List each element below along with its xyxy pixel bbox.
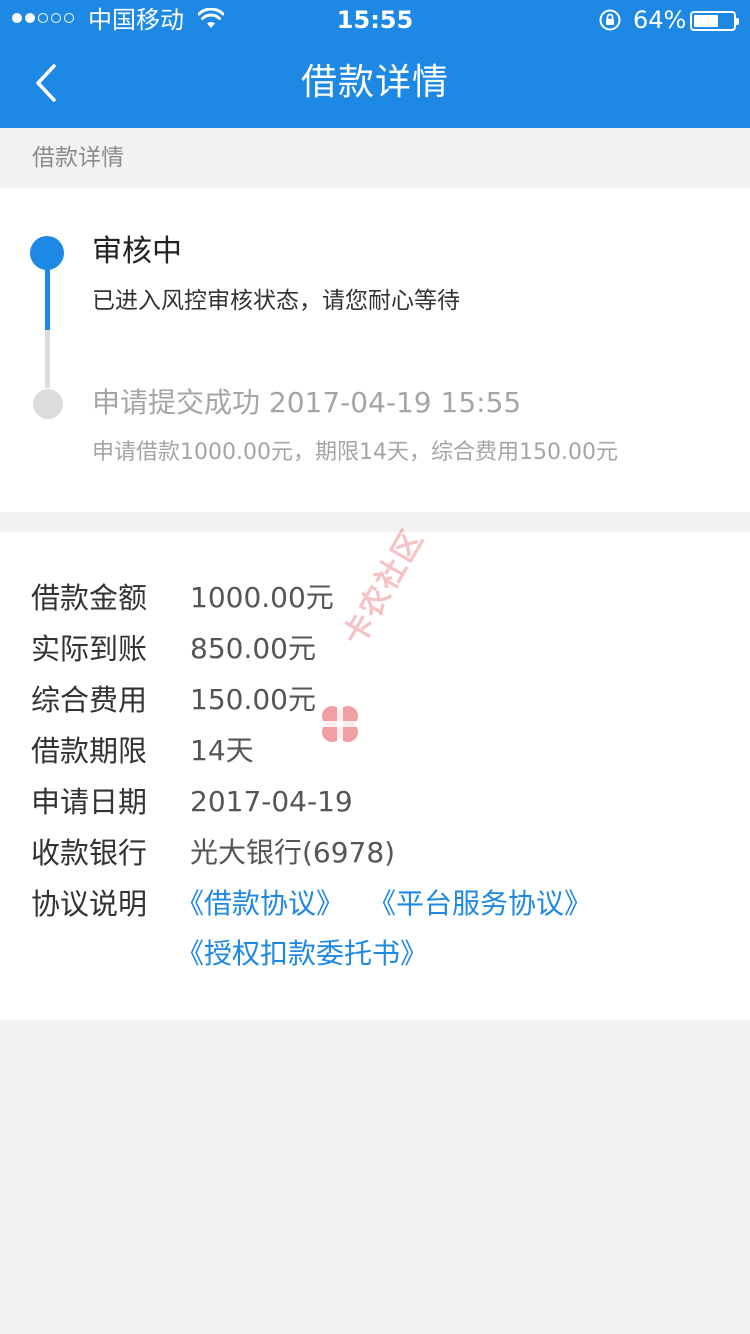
battery-level xyxy=(694,15,718,27)
timeline-current-dot xyxy=(30,236,64,270)
section-header: 借款详情 xyxy=(32,145,124,171)
detail-row-received-amount: 实际到账 850.00元 xyxy=(0,623,750,675)
timeline-inactive-line xyxy=(45,330,50,388)
detail-label: 借款金额 xyxy=(31,581,148,615)
current-step-title: 审核中 xyxy=(92,234,182,269)
detail-row-loan-amount: 借款金额 1000.00元 xyxy=(0,572,750,624)
detail-value: 150.00元 xyxy=(190,683,316,716)
detail-label: 申请日期 xyxy=(31,785,148,819)
platform-service-agreement-link[interactable]: 《平台服务协议》 xyxy=(368,886,592,922)
detail-label: 实际到账 xyxy=(31,632,148,666)
submitted-step-description: 申请借款1000.00元，期限14天，综合费用150.00元 xyxy=(92,440,618,465)
detail-value: 2017-04-19 xyxy=(190,785,353,818)
loan-agreement-link[interactable]: 《借款协议》 xyxy=(176,886,344,922)
detail-row-application-date: 申请日期 2017-04-19 xyxy=(0,776,750,828)
page-title: 借款详情 xyxy=(300,62,449,103)
detail-label: 收款银行 xyxy=(31,836,148,870)
status-bar: 中国移动 15:55 64% xyxy=(0,0,750,40)
progress-card: 审核中 已进入风控审核状态，请您耐心等待 申请提交成功 2017-04-19 1… xyxy=(0,188,750,512)
top-bar: 中国移动 15:55 64% 借款详情 xyxy=(0,0,750,128)
detail-value: 14天 xyxy=(190,734,254,767)
detail-label: 协议说明 xyxy=(31,887,148,921)
battery-percent: 64% xyxy=(633,6,687,34)
loan-detail-card: 借款金额 1000.00元 实际到账 850.00元 综合费用 150.00元 … xyxy=(0,532,750,1020)
battery-icon xyxy=(690,11,739,31)
detail-row-agreements: 协议说明 《借款协议》 《平台服务协议》 《授权扣款委托书》 xyxy=(0,878,750,988)
timeline-active-line xyxy=(45,268,50,330)
detail-row-total-fee: 综合费用 150.00元 xyxy=(0,674,750,726)
detail-value: 1000.00元 xyxy=(190,581,334,614)
detail-label: 借款期限 xyxy=(31,734,148,768)
rotation-lock-icon xyxy=(599,9,621,31)
detail-row-loan-term: 借款期限 14天 xyxy=(0,725,750,777)
detail-value: 850.00元 xyxy=(190,632,316,665)
detail-row-receiving-bank: 收款银行 光大银行(6978) xyxy=(0,827,750,879)
detail-label: 综合费用 xyxy=(31,683,148,717)
current-step-description: 已进入风控审核状态，请您耐心等待 xyxy=(92,288,460,314)
detail-value: 光大银行(6978) xyxy=(190,836,396,869)
navigation-bar: 借款详情 xyxy=(0,40,750,128)
payment-authorization-link[interactable]: 《授权扣款委托书》 xyxy=(176,936,428,972)
submitted-step-title: 申请提交成功 2017-04-19 15:55 xyxy=(92,386,522,419)
timeline-submitted-dot xyxy=(33,389,63,419)
